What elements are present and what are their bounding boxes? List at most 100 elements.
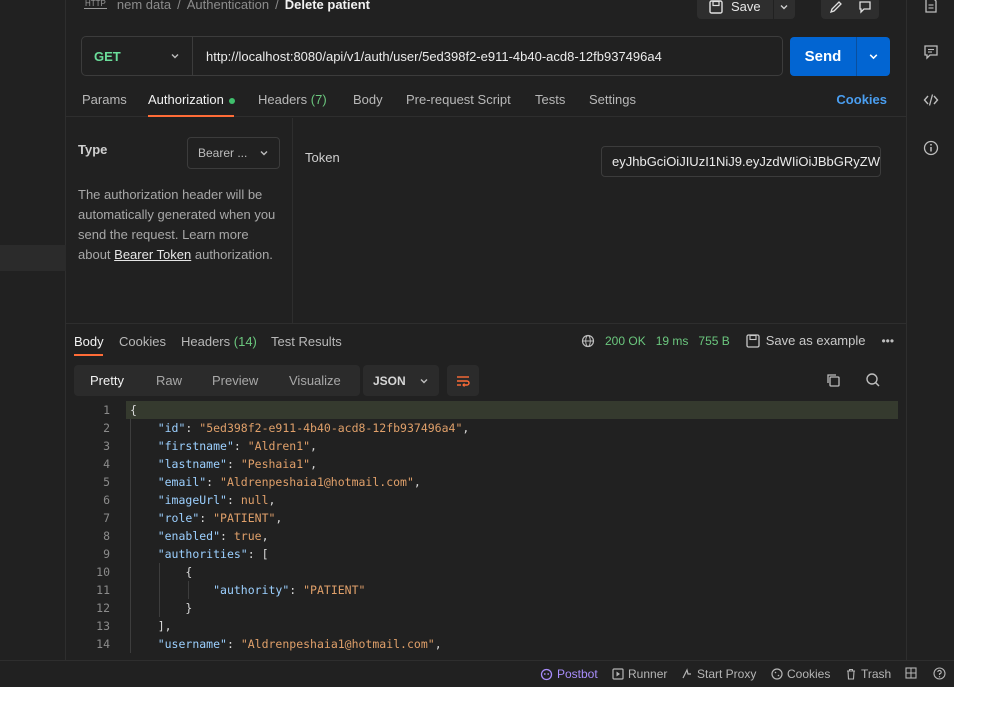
line-number: 11: [96, 583, 110, 597]
chevron-down-icon: [171, 54, 179, 59]
chevron-down-icon: [869, 54, 878, 60]
line-number: 7: [103, 511, 110, 525]
document-icon[interactable]: [922, 0, 940, 14]
save-as-example-button[interactable]: Save as example: [746, 333, 866, 348]
comment-icon[interactable]: [858, 0, 872, 14]
copy-icon[interactable]: [825, 372, 841, 391]
tab-headers[interactable]: Headers (7): [258, 92, 327, 107]
view-tab-preview[interactable]: Preview: [212, 373, 258, 388]
cookies-link[interactable]: Cookies: [836, 92, 887, 107]
proxy-icon: [682, 668, 691, 679]
search-icon[interactable]: [865, 372, 881, 391]
code-line: "enabled": true,: [157, 529, 269, 543]
code-icon[interactable]: [922, 91, 940, 109]
save-as-example-label: Save as example: [765, 333, 866, 348]
send-options-button[interactable]: [857, 37, 890, 76]
auth-desc-text-end: authorization.: [191, 247, 273, 262]
cookies-label: Cookies: [787, 667, 831, 681]
breadcrumb-folder[interactable]: Authentication: [187, 0, 269, 12]
code-line: {: [185, 565, 193, 579]
status-bar: Postbot Runner Start Proxy Cookies Trash: [0, 660, 954, 687]
tab-tests[interactable]: Tests: [535, 92, 565, 107]
globe-icon[interactable]: [581, 334, 595, 348]
line-number: 12: [96, 601, 110, 615]
trash-label: Trash: [861, 667, 892, 681]
line-number: 9: [103, 547, 110, 561]
start-proxy-button[interactable]: Start Proxy: [681, 667, 756, 681]
response-tab-body[interactable]: Body: [74, 334, 104, 349]
tab-prerequest-script[interactable]: Pre-request Script: [406, 92, 511, 107]
send-button[interactable]: Send: [790, 37, 890, 76]
response-headers-label: Headers: [181, 334, 231, 349]
headers-count: (7): [310, 92, 327, 107]
json-firstname-value: "Aldren1": [247, 439, 311, 453]
code-line: "role": "PATIENT",: [157, 511, 283, 525]
request-tabs: Params Authorization Headers (7) Body Pr…: [66, 86, 906, 117]
view-mode-tabs: Pretty Raw Preview Visualize: [74, 365, 360, 396]
url-input[interactable]: http://localhost:8080/api/v1/auth/user/5…: [193, 49, 662, 64]
response-header: Body Cookies Headers (14) Test Results 2…: [66, 326, 906, 356]
collections-sidebar: •••: [0, 0, 66, 660]
method-select[interactable]: GET: [82, 37, 193, 75]
json-username-value: "Aldrenpeshaia1@hotmail.com": [240, 637, 435, 651]
comments-icon[interactable]: [922, 43, 940, 61]
info-icon[interactable]: [922, 139, 940, 157]
format-select[interactable]: JSON: [363, 365, 439, 396]
code-line: "email": "Aldrenpeshaia1@hotmail.com",: [157, 475, 421, 489]
right-sidebar: [906, 0, 954, 660]
more-icon[interactable]: •••: [38, 0, 56, 4]
response-body-editor[interactable]: 1 { 2 "id": "5ed398f2-e911-4b40-acd8-12fb…: [66, 401, 906, 660]
auth-type-select[interactable]: Bearer ...: [187, 137, 280, 169]
tab-body[interactable]: Body: [353, 92, 383, 107]
runner-button[interactable]: Runner: [612, 667, 667, 681]
help-icon[interactable]: [933, 667, 946, 680]
postbot-button[interactable]: Postbot: [540, 667, 598, 681]
view-tab-pretty[interactable]: Pretty: [90, 373, 124, 388]
auth-type-value: Bearer ...: [198, 146, 248, 160]
tab-authorization[interactable]: Authorization: [148, 92, 235, 107]
chevron-down-icon[interactable]: [779, 2, 789, 12]
format-value: JSON: [373, 373, 406, 388]
layout-icon[interactable]: [905, 667, 917, 679]
tab-authorization-label: Authorization: [148, 92, 224, 107]
more-icon[interactable]: •••: [881, 334, 894, 348]
breadcrumb: HTTP nem data / Authentication / Delete …: [84, 0, 370, 12]
tab-settings[interactable]: Settings: [589, 92, 636, 107]
url-bar: GET http://localhost:8080/api/v1/auth/us…: [81, 36, 783, 76]
request-editor: HTTP nem data / Authentication / Delete …: [66, 0, 906, 660]
bearer-token-link[interactable]: Bearer Token: [114, 247, 191, 262]
json-lastname-value: "Peshaia1": [240, 457, 311, 471]
request-actions: Save: [697, 0, 879, 19]
response-tab-cookies[interactable]: Cookies: [119, 334, 166, 349]
code-line: {: [130, 403, 137, 417]
line-number: 10: [96, 565, 110, 579]
save-label: Save: [731, 0, 761, 14]
line-number: 3: [103, 439, 110, 453]
response-size[interactable]: 755 B: [698, 334, 729, 348]
wrap-lines-button[interactable]: [447, 365, 479, 396]
json-enabled-value: true: [233, 529, 262, 543]
sidebar-selected-item[interactable]: [0, 245, 66, 271]
send-label: Send: [790, 37, 857, 76]
response-tab-test-results[interactable]: Test Results: [271, 334, 342, 349]
response-time[interactable]: 19 ms: [656, 334, 689, 348]
postbot-icon: [540, 668, 553, 680]
window-margin: [954, 0, 999, 703]
postbot-label: Postbot: [557, 667, 598, 681]
view-tab-visualize[interactable]: Visualize: [289, 373, 341, 388]
save-button[interactable]: Save: [697, 0, 795, 19]
tab-params[interactable]: Params: [82, 92, 127, 107]
status-code[interactable]: 200 OK: [605, 334, 646, 348]
request-name[interactable]: Delete patient: [285, 0, 370, 12]
line-number: 4: [103, 457, 110, 471]
breadcrumb-collection[interactable]: nem data: [117, 0, 171, 12]
code-line: "firstname": "Aldren1",: [157, 439, 317, 453]
pencil-icon[interactable]: [829, 0, 843, 14]
response-tab-headers[interactable]: Headers (14): [181, 334, 257, 349]
cookies-button[interactable]: Cookies: [771, 667, 830, 681]
trash-button[interactable]: Trash: [845, 667, 891, 681]
view-tab-raw[interactable]: Raw: [156, 373, 182, 388]
token-input[interactable]: eyJhbGciOiJIUzI1NiJ9.eyJzdWIiOiJBbGRyZW.…: [601, 146, 881, 177]
auth-description: The authorization header will be automat…: [78, 185, 283, 265]
chevron-down-icon: [260, 151, 268, 156]
